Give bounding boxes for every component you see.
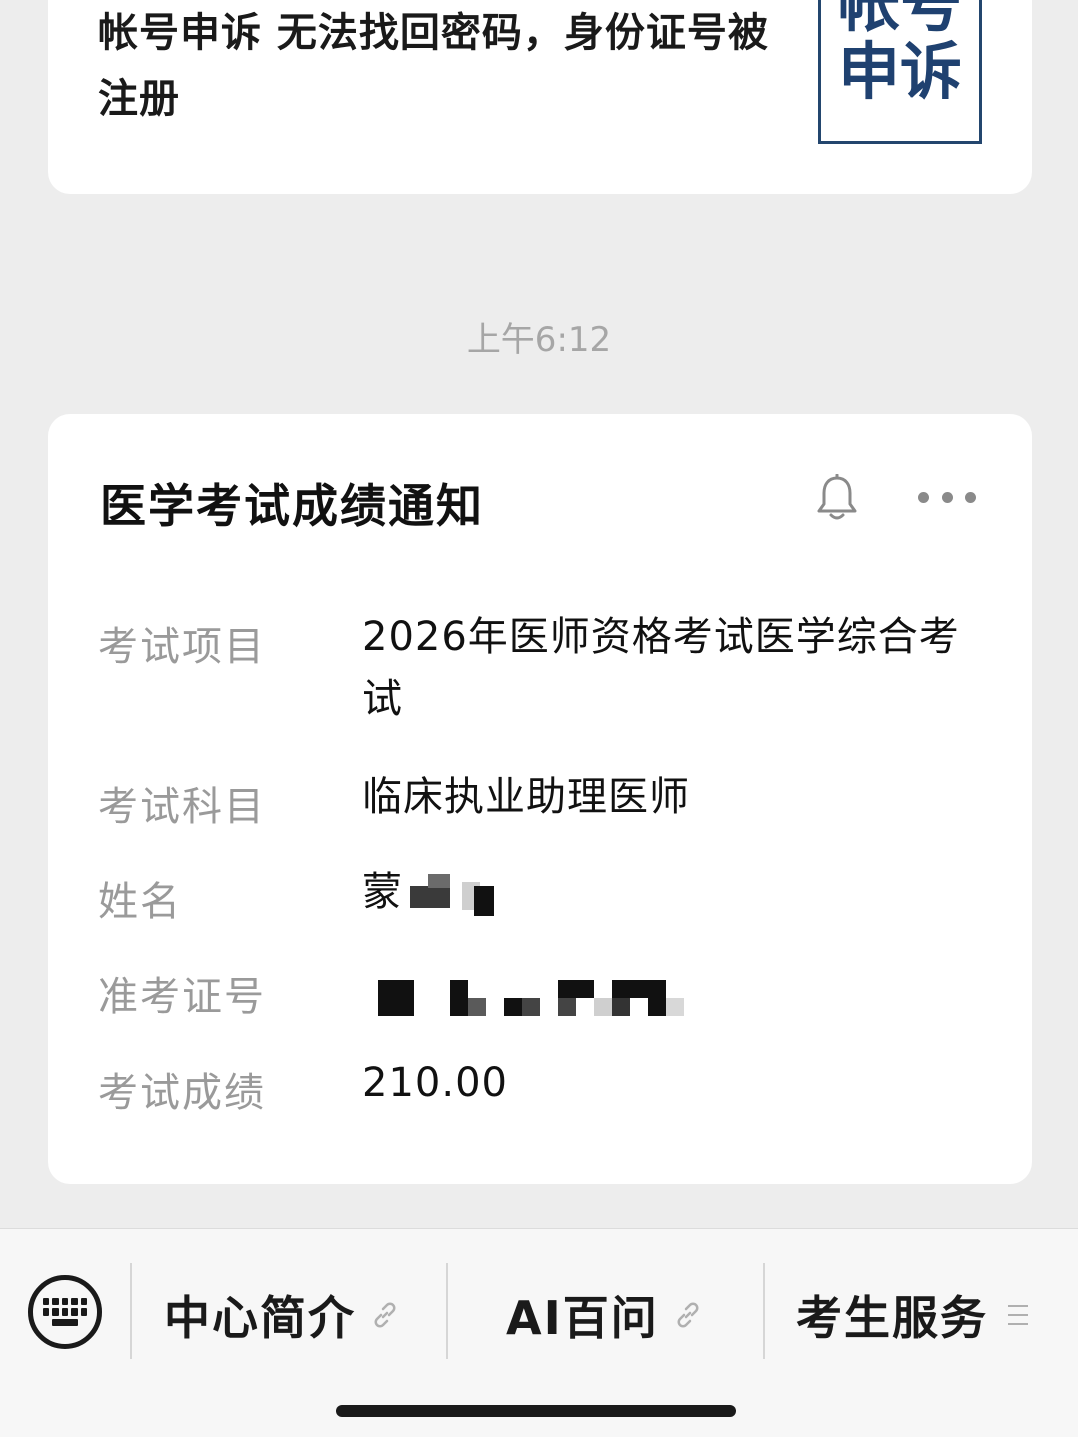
notice-title: 医学考试成绩通知 [100, 479, 484, 533]
field-label-name: 姓名 [98, 879, 182, 925]
keyboard-icon [43, 1298, 87, 1326]
thumbnail-text-line-2: 申诉 [837, 35, 962, 108]
menu-item-label: 中心简介 [164, 1291, 356, 1345]
field-value-exam-subject: 临床执业助理医师 [362, 774, 690, 820]
field-value-exam-item: 2026年医师资格考试医学综合考试 [362, 614, 960, 722]
menu-divider [130, 1263, 132, 1359]
menu-item-center-intro[interactable]: 中心简介 [164, 1283, 400, 1347]
message-timestamp: 上午6:12 [466, 320, 612, 360]
field-label-exam-item: 考试项目 [98, 624, 266, 670]
article-card[interactable]: 帐号申诉 无法找回密码，身份证号被注册 帐号 申诉 [48, 0, 1032, 194]
more-dot [965, 491, 976, 503]
keyboard-toggle-button[interactable] [28, 1275, 102, 1349]
menu-divider [763, 1263, 765, 1359]
menu-item-candidate-services[interactable]: 考生服务 [796, 1283, 1028, 1347]
more-dot [918, 491, 929, 503]
menu-divider [446, 1263, 448, 1359]
list-icon [1008, 1305, 1028, 1325]
field-label-exam-score: 考试成绩 [98, 1070, 266, 1116]
field-label-exam-id: 准考证号 [98, 974, 266, 1020]
more-dot [941, 491, 953, 503]
menu-item-ai-questions[interactable]: AI百问 [506, 1283, 703, 1347]
article-title: 帐号申诉 无法找回密码，身份证号被注册 [98, 10, 769, 122]
more-icon[interactable] [918, 490, 976, 504]
score-notice-card[interactable]: 医学考试成绩通知 考试项目 2026年医师资格考试医学综合考试 考试科目 临床执… [48, 414, 1032, 1184]
home-indicator[interactable] [336, 1405, 736, 1417]
link-icon [677, 1302, 699, 1328]
menu-item-label: AI百问 [506, 1291, 659, 1345]
field-value-exam-score: 210.00 [362, 1060, 508, 1106]
article-thumbnail: 帐号 申诉 [818, 0, 982, 144]
thumbnail-text-line-1: 帐号 [837, 0, 962, 40]
bell-icon[interactable] [816, 474, 858, 522]
menu-item-label: 考生服务 [796, 1291, 988, 1345]
link-icon [374, 1302, 396, 1328]
field-label-exam-subject: 考试科目 [98, 784, 266, 830]
